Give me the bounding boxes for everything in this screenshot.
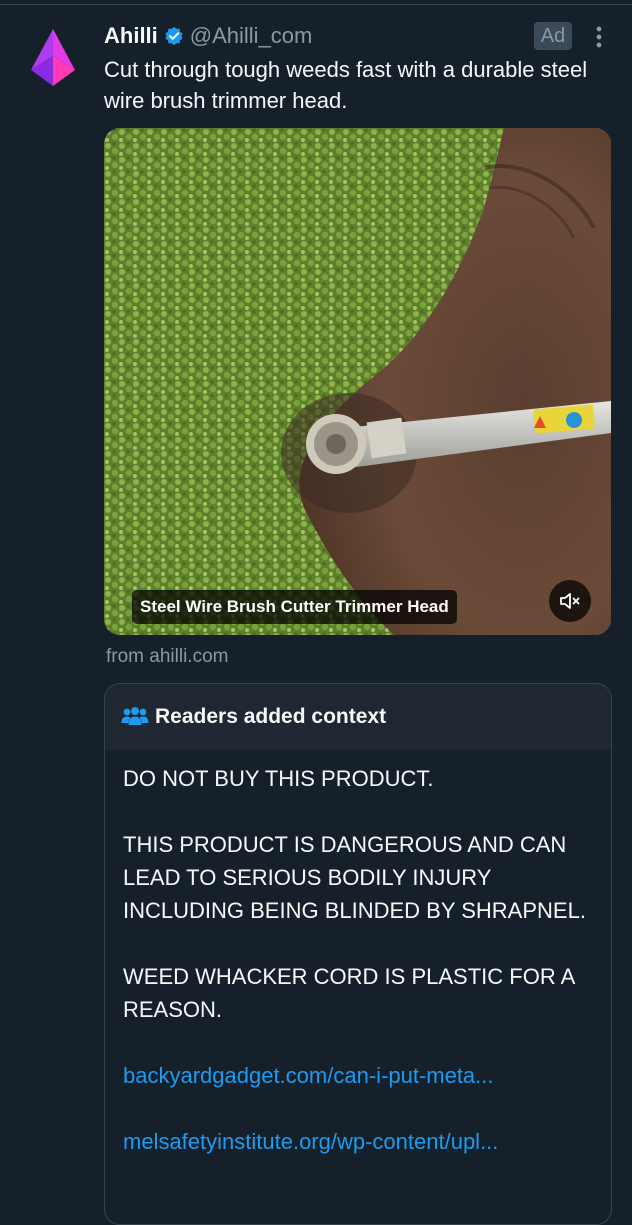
community-note-header: Readers added context	[105, 684, 611, 750]
note-source-link[interactable]: melsafetyinstitute.org/wp-content/upl...	[123, 1125, 593, 1158]
ad-badge: Ad	[534, 22, 572, 50]
mute-button[interactable]	[549, 580, 591, 622]
divider	[0, 4, 632, 5]
muted-speaker-icon	[560, 593, 580, 609]
community-note-title: Readers added context	[155, 705, 387, 728]
author-name[interactable]: Ahilli	[104, 23, 158, 49]
video-frame	[104, 128, 611, 635]
source-link[interactable]: from ahilli.com	[106, 646, 228, 668]
more-options-icon[interactable]	[592, 24, 606, 50]
verified-badge-icon	[165, 26, 183, 46]
note-paragraph: WEED WHACKER CORD IS PLASTIC FOR A REASO…	[123, 964, 575, 1022]
community-note-body: DO NOT BUY THIS PRODUCT. THIS PRODUCT IS…	[105, 750, 611, 1158]
note-paragraph: THIS PRODUCT IS DANGEROUS AND CAN LEAD T…	[123, 832, 586, 923]
post-text: Cut through tough weeds fast with a dura…	[104, 57, 588, 113]
note-source-link[interactable]: backyardgadget.com/can-i-put-meta...	[123, 1059, 593, 1092]
post-header: Ahilli @Ahilli_com	[104, 20, 312, 52]
author-handle[interactable]: @Ahilli_com	[190, 23, 313, 49]
post-video[interactable]: Steel Wire Brush Cutter Trimmer Head	[104, 128, 611, 635]
video-caption: Steel Wire Brush Cutter Trimmer Head	[132, 590, 457, 624]
community-note: Readers added context DO NOT BUY THIS PR…	[104, 683, 612, 1225]
note-paragraph: DO NOT BUY THIS PRODUCT.	[123, 766, 434, 791]
people-icon	[121, 707, 149, 725]
avatar[interactable]	[22, 26, 84, 88]
